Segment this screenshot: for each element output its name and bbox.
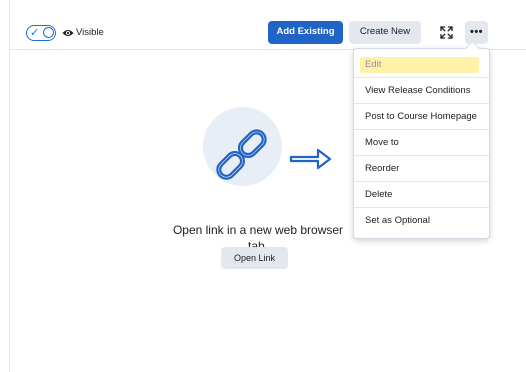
menu-item-post-to-course-homepage[interactable]: Post to Course Homepage (354, 104, 489, 130)
menu-item-set-as-optional[interactable]: Set as Optional (354, 208, 489, 234)
add-existing-button[interactable]: Add Existing (268, 21, 343, 44)
check-icon: ✓ (30, 26, 40, 39)
open-link-button[interactable]: Open Link (221, 247, 288, 269)
create-new-button[interactable]: Create New (349, 21, 421, 44)
more-options-icon: ••• (469, 26, 484, 38)
link-arrow-icon (216, 129, 332, 180)
menu-item-edit[interactable]: Edit (354, 52, 489, 78)
menu-item-move-to[interactable]: Move to (354, 130, 489, 156)
more-options-button[interactable]: ••• (465, 21, 488, 44)
more-options-menu: Edit View Release Conditions Post to Cou… (353, 40, 490, 239)
left-border (9, 0, 10, 372)
visibility-label: Visible (76, 27, 104, 38)
visibility-toggle[interactable]: ✓ (26, 25, 56, 41)
eye-icon (62, 30, 74, 36)
toggle-knob (43, 27, 54, 38)
menu-item-delete[interactable]: Delete (354, 182, 489, 208)
menu-item-reorder[interactable]: Reorder (354, 156, 489, 182)
expand-icon[interactable] (440, 26, 453, 39)
menu-item-view-release-conditions[interactable]: View Release Conditions (354, 78, 489, 104)
